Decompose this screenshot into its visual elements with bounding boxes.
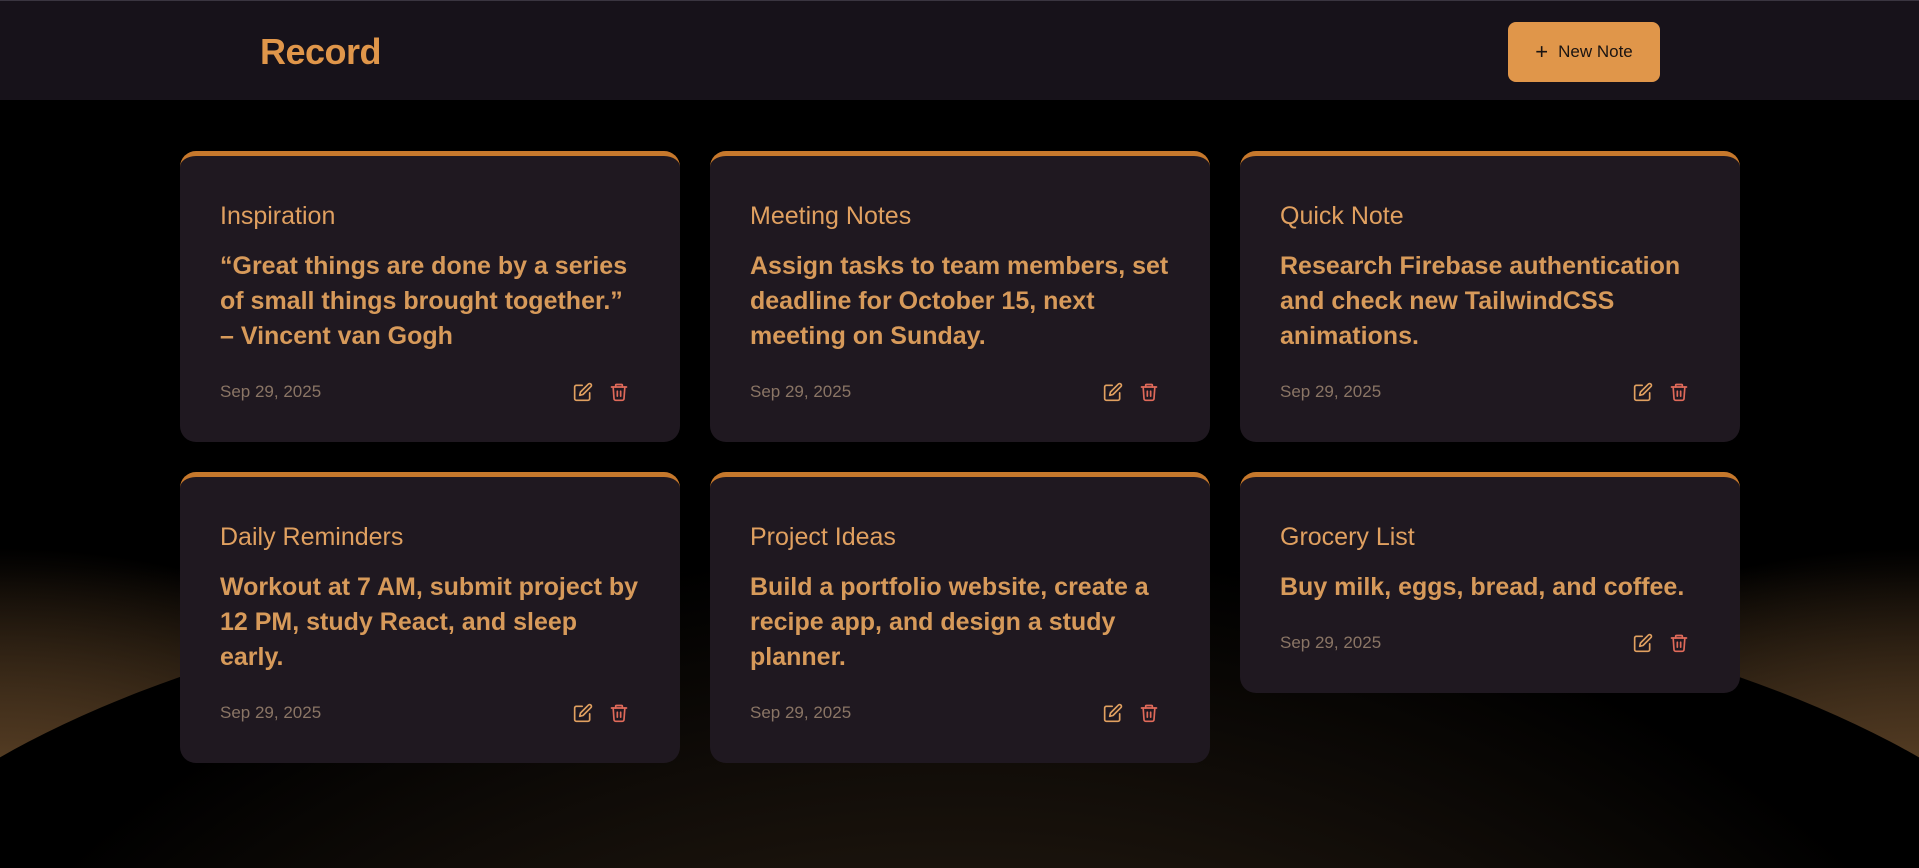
- edit-icon[interactable]: [1103, 382, 1123, 402]
- note-footer: Sep 29, 2025: [750, 703, 1170, 723]
- edit-icon[interactable]: [573, 703, 593, 723]
- note-body: “Great things are done by a series of sm…: [220, 252, 628, 350]
- note-footer: Sep 29, 2025: [220, 382, 640, 402]
- note-body: Workout at 7 AM, submit project by 12 PM…: [220, 573, 639, 671]
- note-footer: Sep 29, 2025: [750, 382, 1170, 402]
- note-body: Research Firebase authentication and che…: [1280, 252, 1681, 350]
- note-actions: [573, 703, 629, 723]
- note-body: Build a portfolio website, create a reci…: [750, 573, 1149, 671]
- note-actions: [1633, 633, 1689, 653]
- note-footer: Sep 29, 2025: [220, 703, 640, 723]
- note-actions: [1103, 703, 1159, 723]
- trash-icon[interactable]: [1139, 382, 1159, 402]
- note-footer: Sep 29, 2025: [1280, 633, 1700, 653]
- note-date: Sep 29, 2025: [1280, 633, 1382, 652]
- trash-icon[interactable]: [1669, 382, 1689, 402]
- notes-grid: Inspiration “Great things are done by a …: [180, 151, 1740, 763]
- note-card[interactable]: Meeting Notes Assign tasks to team membe…: [710, 151, 1210, 442]
- note-title: Quick Note: [1280, 202, 1404, 230]
- new-note-button[interactable]: + New Note: [1508, 22, 1660, 82]
- trash-icon[interactable]: [1669, 633, 1689, 653]
- note-footer: Sep 29, 2025: [1280, 382, 1700, 402]
- app-header: Record + New Note: [0, 0, 1919, 100]
- note-actions: [1633, 382, 1689, 402]
- note-card[interactable]: Daily Reminders Workout at 7 AM, submit …: [180, 472, 680, 763]
- note-title: Project Ideas: [750, 523, 896, 551]
- edit-icon[interactable]: [1103, 703, 1123, 723]
- note-card[interactable]: Project Ideas Build a portfolio website,…: [710, 472, 1210, 763]
- trash-icon[interactable]: [1139, 703, 1159, 723]
- trash-icon[interactable]: [609, 703, 629, 723]
- note-title: Grocery List: [1280, 523, 1415, 551]
- new-note-label: New Note: [1558, 42, 1633, 61]
- edit-icon[interactable]: [1633, 382, 1653, 402]
- note-date: Sep 29, 2025: [220, 382, 322, 401]
- note-body: Assign tasks to team members, set deadli…: [750, 252, 1169, 350]
- note-card[interactable]: Grocery List Buy milk, eggs, bread, and …: [1240, 472, 1740, 693]
- edit-icon[interactable]: [573, 382, 593, 402]
- trash-icon[interactable]: [609, 382, 629, 402]
- note-date: Sep 29, 2025: [220, 703, 322, 722]
- note-date: Sep 29, 2025: [750, 703, 852, 722]
- plus-icon: +: [1535, 39, 1549, 64]
- note-date: Sep 29, 2025: [750, 382, 852, 401]
- note-title: Daily Reminders: [220, 523, 404, 551]
- note-actions: [1103, 382, 1159, 402]
- edit-icon[interactable]: [1633, 633, 1653, 653]
- note-card[interactable]: Inspiration “Great things are done by a …: [180, 151, 680, 442]
- note-actions: [573, 382, 629, 402]
- note-date: Sep 29, 2025: [1280, 382, 1382, 401]
- note-title: Meeting Notes: [750, 202, 912, 230]
- note-title: Inspiration: [220, 202, 336, 230]
- note-card[interactable]: Quick Note Research Firebase authenticat…: [1240, 151, 1740, 442]
- note-body: Buy milk, eggs, bread, and coffee.: [1280, 573, 1685, 601]
- brand-logo[interactable]: Record: [260, 31, 382, 73]
